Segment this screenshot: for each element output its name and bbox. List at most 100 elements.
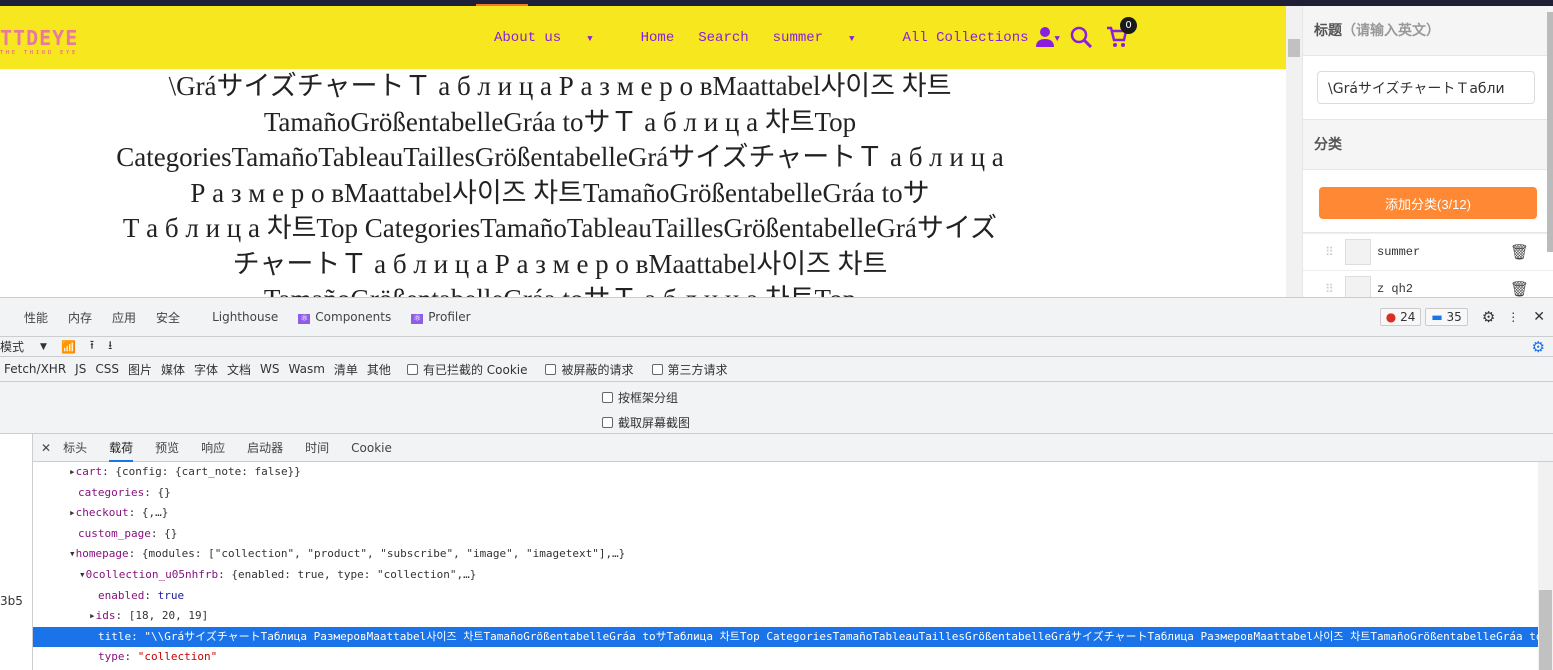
tab-application[interactable]: 应用 [112, 309, 136, 326]
message-count[interactable]: ▬ 35 [1425, 308, 1468, 326]
blocked-cookies-checkbox[interactable]: 有已拦截的 Cookie [406, 361, 537, 378]
react-icon: ⚛ [298, 314, 311, 324]
cart-count-badge: 0 [1120, 17, 1137, 34]
title-label: 标题（请输入英文） [1314, 23, 1440, 39]
tree-node[interactable]: ▾0collection_u05nhfrb: {enabled: true, t… [33, 565, 1538, 586]
filter-js[interactable]: JS [75, 362, 86, 376]
tree-node: type: "collection" [98, 650, 218, 664]
title-line: Р а з м е р о вMaattabel사이즈 차트TamañoGröß… [190, 177, 930, 208]
trash-icon[interactable]: 🗑 [1510, 243, 1529, 262]
drag-handle-icon[interactable]: ⠿ [1325, 245, 1345, 260]
close-detail-icon[interactable]: ✕ [41, 441, 51, 455]
blocked-requests-checkbox[interactable]: 被屏蔽的请求 [545, 361, 642, 378]
user-icon[interactable] [1034, 26, 1056, 48]
tab-memory[interactable]: 内存 [68, 309, 92, 326]
tab-headers[interactable]: 标头 [63, 439, 87, 456]
category-item[interactable]: ⠿ summer 🗑 [1303, 233, 1553, 270]
category-item[interactable]: ⠿ z qh2 🗑 [1303, 270, 1553, 297]
network-toolbar: 模式 ▼ 📶 ⭱ ⭳ ⚙ [0, 337, 1553, 357]
logo-tagline: THE THIRD EYE [0, 50, 79, 56]
throttling-select[interactable]: 模式 [0, 338, 24, 355]
title-input[interactable] [1317, 71, 1535, 104]
chevron-down-icon[interactable]: ▼ [40, 342, 47, 352]
filter-doc[interactable]: 文档 [227, 361, 251, 378]
chevron-down-icon: ▼ [849, 34, 855, 44]
nav-about-us[interactable]: About us ▼ [494, 30, 617, 46]
collection-title: \GráサイズチャートＴ а б л и ц а Р а з м е р о в… [0, 69, 1120, 297]
filter-other[interactable]: 其他 [367, 361, 391, 378]
network-options: 按框架分组 截取屏幕截图 [0, 382, 1553, 434]
image-placeholder-icon [1345, 239, 1371, 265]
nav-summer[interactable]: summer ▼ [773, 30, 879, 46]
error-count[interactable]: ● 24 [1379, 308, 1422, 326]
filter-img[interactable]: 图片 [128, 361, 152, 378]
payload-scrollbar[interactable] [1538, 462, 1553, 670]
filter-css[interactable]: CSS [95, 362, 119, 376]
tree-node[interactable]: ▸cart: {config: {cart_note: false}} [33, 462, 1538, 483]
request-list[interactable]: 3b5 [0, 434, 33, 670]
panel-scrollbar[interactable] [1547, 12, 1553, 252]
filter-media[interactable]: 媒体 [161, 361, 185, 378]
network-settings-icon[interactable]: ⚙ [1532, 338, 1545, 356]
logo[interactable]: TTDEYE THE THIRD EYE [0, 26, 78, 56]
tree-node: custom_page: {} [78, 526, 178, 540]
tree-node: enabled: true [98, 588, 185, 602]
tab-components[interactable]: ⚛ Components [298, 310, 391, 324]
title-line: \GráサイズチャートＴ а б л и ц а Р а з м е р о в… [168, 71, 952, 101]
preview-scrollbar[interactable] [1286, 6, 1302, 297]
tree-node[interactable]: ▸checkout: {,…} [33, 503, 1538, 524]
settings-panel: 标题（请输入英文） 分类 添加分类(3/12) ⠿summer🗑 ⠿z qh2🗑 [1302, 6, 1553, 297]
devtools: 性能 内存 应用 安全 Lighthouse ⚛ Components ⚛ Prof… [0, 297, 1553, 670]
request-name-fragment[interactable]: 3b5 [0, 594, 23, 608]
title-line: Т а б л и ц а 차트Top CategoriesTamañoTabl… [122, 213, 998, 243]
tab-performance[interactable]: 性能 [24, 309, 48, 326]
settings-gear-icon[interactable]: ⚙ [1482, 308, 1495, 326]
detail-tabs: ✕ 标头 载荷 预览 响应 启动器 时间 Cookie [33, 434, 1553, 462]
filter-manifest[interactable]: 清单 [334, 361, 358, 378]
store-preview: TTDEYE THE THIRD EYE About us ▼ Home Searc… [0, 6, 1286, 297]
nav-search[interactable]: Search [698, 30, 748, 46]
error-icon: ● [1385, 310, 1397, 324]
group-by-frame-checkbox[interactable]: 按框架分组 [602, 389, 678, 406]
upload-icon[interactable]: ⭱ [90, 336, 94, 357]
title-line: CategoriesTamañoTableauTaillesGrößentabe… [116, 142, 1004, 172]
tab-response[interactable]: 响应 [201, 439, 225, 456]
tab-payload[interactable]: 载荷 [109, 434, 134, 462]
devtools-tabs: 性能 内存 应用 安全 Lighthouse ⚛ Components ⚛ Prof… [0, 297, 1553, 337]
third-party-checkbox[interactable]: 第三方请求 [651, 361, 737, 378]
chevron-down-icon: ▼ [587, 34, 593, 44]
tree-node[interactable]: ▸ids: [18, 20, 19] [33, 606, 1538, 627]
more-options-icon[interactable]: ⋮ [1507, 310, 1519, 324]
message-icon: ▬ [1431, 310, 1443, 324]
tab-security[interactable]: 安全 [156, 309, 180, 326]
close-icon[interactable]: ✕ [1533, 309, 1545, 325]
payload-tree: ▸cart: {config: {cart_note: false}} cate… [33, 462, 1538, 670]
react-icon: ⚛ [411, 314, 424, 324]
download-icon[interactable]: ⭳ [108, 336, 112, 357]
tree-node[interactable]: ▾homepage: {modules: ["collection", "pro… [33, 544, 1538, 565]
title-line: TamañoGrößentabelleGráa toサＴ а б л и ц а… [263, 106, 857, 137]
search-icon[interactable] [1070, 26, 1092, 48]
filter-fetch-xhr[interactable]: Fetch/XHR [4, 362, 66, 376]
drag-handle-icon[interactable]: ⠿ [1325, 282, 1345, 297]
tab-profiler[interactable]: ⚛ Profiler [411, 310, 471, 324]
title-line: チャートＴ а б л и ц а Р а з м е р о вMaattab… [232, 248, 888, 279]
filter-bar: Fetch/XHR JS CSS 图片 媒体 字体 文档 WS Wasm 清单 … [0, 357, 1553, 382]
filter-wasm[interactable]: Wasm [289, 362, 325, 376]
tree-node: categories: {} [78, 485, 171, 499]
network-conditions-icon[interactable]: 📶 [61, 340, 76, 354]
tab-initiator[interactable]: 启动器 [247, 439, 283, 456]
capture-screenshots-checkbox[interactable]: 截取屏幕截图 [602, 414, 690, 431]
logo-text: TTDEYE [0, 26, 79, 50]
filter-ws[interactable]: WS [260, 362, 279, 376]
tree-node-selected[interactable]: title: "\\GráサイズチャートТаблица РазмеровMaat… [33, 626, 1538, 648]
tab-preview[interactable]: 预览 [155, 439, 179, 456]
filter-font[interactable]: 字体 [194, 361, 218, 378]
add-category-button[interactable]: 添加分类(3/12) [1319, 187, 1537, 219]
tab-lighthouse[interactable]: Lighthouse [212, 310, 278, 324]
tab-timing[interactable]: 时间 [305, 439, 329, 456]
image-placeholder-icon [1345, 276, 1371, 297]
trash-icon[interactable]: 🗑 [1510, 280, 1529, 298]
tab-cookies[interactable]: Cookie [351, 441, 392, 455]
nav-home[interactable]: Home [641, 30, 675, 46]
